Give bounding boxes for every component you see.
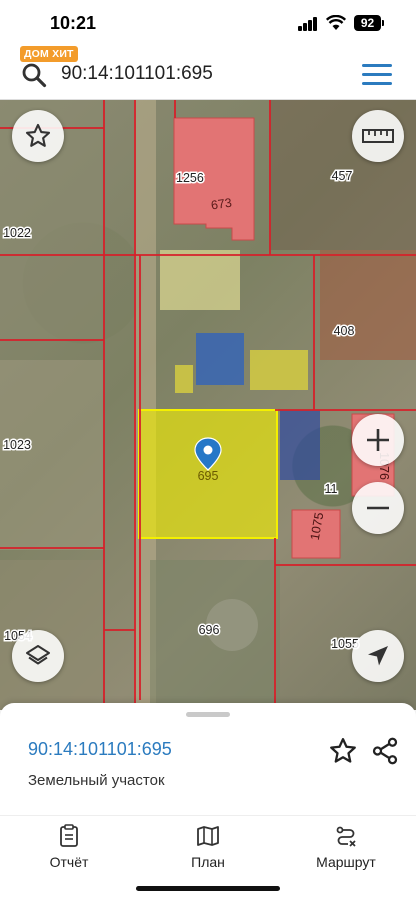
parcel-label: 1023 [3, 438, 31, 452]
favorite-map-button[interactable] [12, 110, 64, 162]
nav-route[interactable]: Маршрут [286, 824, 406, 870]
parcel-label: 1256 [176, 171, 204, 185]
parcel-label: 457 [332, 169, 353, 183]
cellular-signal-icon [298, 17, 318, 31]
search-icon[interactable] [21, 62, 47, 88]
parcel-label: 696 [199, 623, 220, 637]
ruler-icon [362, 129, 394, 143]
ruler-button[interactable] [352, 110, 404, 162]
star-icon [25, 123, 51, 147]
map-plan-icon [197, 826, 219, 846]
layers-button[interactable] [12, 630, 64, 682]
parcel-label: 408 [334, 324, 355, 338]
nav-report[interactable]: Отчёт [9, 824, 129, 870]
parcel-label: 11 [325, 482, 338, 496]
parcel-label: 695 [198, 469, 219, 483]
plus-icon [367, 429, 389, 451]
layers-icon [26, 645, 50, 665]
zoom-out-button[interactable] [352, 482, 404, 534]
map-view[interactable]: 1256 673 457 1022 408 1023 695 11 1075 1… [0, 100, 416, 710]
object-type-label: Земельный участок [28, 772, 165, 789]
bottom-navigation: Отчёт План Маршрут [0, 815, 416, 900]
menu-icon[interactable] [362, 64, 394, 86]
minus-icon [367, 506, 389, 510]
clipboard-report-icon [60, 824, 78, 847]
parcel-label: 673 [210, 196, 233, 213]
object-info-sheet[interactable]: 90:14:101101:695 Земельный участок [0, 703, 416, 815]
nav-plan-label: План [191, 854, 225, 870]
status-time: 10:21 [50, 13, 97, 33]
nav-route-label: Маршрут [316, 854, 376, 870]
favorite-star-icon[interactable] [328, 736, 358, 766]
search-bar: ДОМ ХИТ [0, 46, 416, 100]
cadastral-map: 1256 673 457 1022 408 1023 695 11 1075 1… [0, 100, 416, 710]
sheet-drag-handle[interactable] [186, 712, 230, 717]
battery-icon: 92 [354, 15, 384, 31]
home-indicator[interactable] [136, 886, 280, 891]
navigation-arrow-icon [368, 646, 388, 666]
status-bar: 10:21 92 [0, 0, 416, 48]
cadastral-number-link[interactable]: 90:14:101101:695 [28, 739, 172, 760]
zoom-in-button[interactable] [352, 414, 404, 466]
share-icon[interactable] [370, 736, 400, 766]
my-location-button[interactable] [352, 630, 404, 682]
wifi-icon [326, 15, 346, 30]
route-icon [336, 826, 356, 847]
nav-plan[interactable]: План [148, 824, 268, 870]
parcel-label: 1022 [3, 226, 31, 240]
nav-report-label: Отчёт [49, 854, 89, 870]
search-input[interactable] [61, 60, 341, 88]
